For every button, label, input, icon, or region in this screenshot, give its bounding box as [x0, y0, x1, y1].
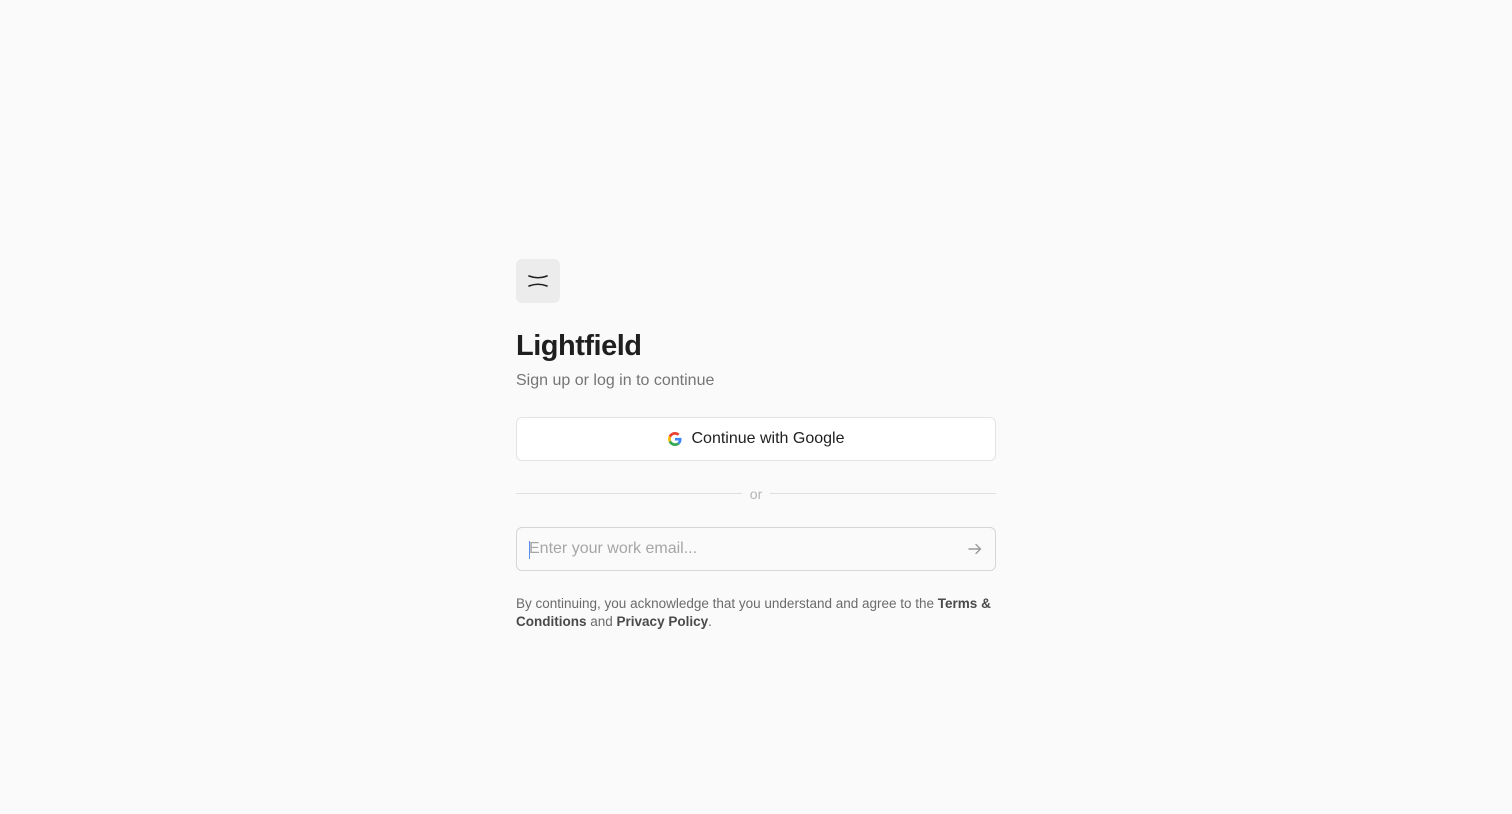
legal-suffix: . — [708, 613, 712, 629]
arrow-right-icon[interactable] — [955, 528, 995, 570]
privacy-link[interactable]: Privacy Policy — [617, 614, 709, 629]
divider-label: or — [749, 485, 763, 502]
text-caret — [529, 540, 530, 559]
app-title: Lightfield — [516, 330, 642, 362]
continue-with-google-label: Continue with Google — [691, 429, 845, 447]
divider-line-right — [770, 493, 997, 495]
legal-notice: By continuing, you acknowledge that you … — [516, 595, 996, 631]
email-input[interactable] — [517, 527, 955, 570]
google-g-icon — [667, 431, 682, 446]
email-field-container — [516, 526, 996, 571]
subtitle: Sign up or log in to continue — [516, 371, 715, 389]
continue-with-google-button[interactable]: Continue with Google — [516, 416, 996, 461]
divider-line-left — [516, 493, 742, 495]
legal-middle: and — [586, 613, 617, 629]
legal-prefix: By continuing, you acknowledge that you … — [516, 595, 938, 611]
login-card: Lightfield Sign up or log in to continue… — [516, 259, 997, 631]
or-divider: or — [516, 485, 997, 503]
lightfield-logo-icon — [516, 259, 560, 303]
